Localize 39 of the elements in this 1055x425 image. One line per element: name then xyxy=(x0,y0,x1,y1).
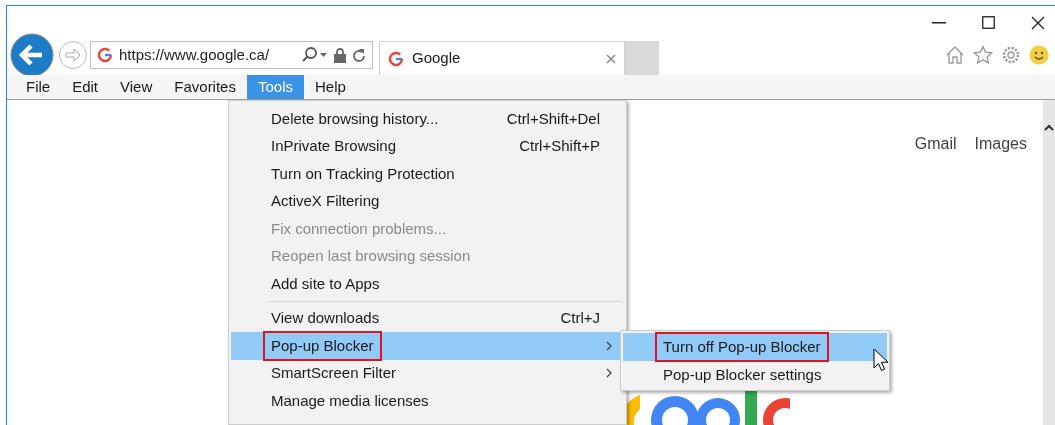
google-icon xyxy=(97,47,113,63)
lock-icon xyxy=(334,47,346,63)
menu-bar-item[interactable]: File xyxy=(15,75,62,99)
search-icon[interactable] xyxy=(302,47,328,63)
close-icon[interactable] xyxy=(1031,15,1045,30)
menu-item[interactable]: Manage media licenses xyxy=(231,387,624,415)
menu-item[interactable]: Pop-up Blocker settings xyxy=(623,361,887,389)
refresh-icon[interactable] xyxy=(352,47,366,63)
minimize-icon[interactable] xyxy=(932,21,946,24)
google-icon xyxy=(388,50,404,67)
images-link[interactable]: Images xyxy=(974,132,1027,156)
settings-icon[interactable] xyxy=(1001,45,1021,65)
browser-tab[interactable]: Google xyxy=(379,41,625,75)
scroll-up-icon[interactable] xyxy=(1044,124,1054,131)
address-bar[interactable]: https://www.google.ca/ xyxy=(90,41,373,69)
star-icon[interactable] xyxy=(973,45,993,65)
home-icon[interactable] xyxy=(945,45,965,65)
maximize-icon[interactable] xyxy=(982,16,995,29)
scrollbar[interactable] xyxy=(1043,100,1055,425)
menu-item[interactable]: Delete browsing history... Ctrl+Shift+Del xyxy=(231,105,624,133)
menu-item[interactable]: InPrivate Browsing Ctrl+Shift+P xyxy=(231,132,624,160)
tab-title: Google xyxy=(412,48,462,69)
menu-item[interactable]: ActiveX Filtering xyxy=(231,187,624,215)
gmail-link[interactable]: Gmail xyxy=(914,132,957,156)
cursor-icon xyxy=(873,348,889,372)
back-icon[interactable] xyxy=(10,33,54,77)
menu-item[interactable]: View downloads Ctrl+J xyxy=(231,304,624,332)
menu-item[interactable]: SmartScreen Filter xyxy=(231,359,624,387)
menu-bar-item[interactable]: Edit xyxy=(61,75,110,99)
smiley-icon[interactable] xyxy=(1029,45,1049,65)
chevron-icon xyxy=(606,368,612,379)
menu-item[interactable]: Turn on Tracking Protection xyxy=(231,160,624,188)
menu-item[interactable]: Add site to Apps xyxy=(231,270,624,298)
chevron-icon xyxy=(606,340,612,351)
url-text: https://www.google.ca/ xyxy=(119,44,270,65)
menu-item[interactable]: Turn off Pop-up Blocker xyxy=(623,333,887,361)
menu-bar-item[interactable]: Help xyxy=(304,75,357,99)
menu-bar-item[interactable]: Favorites xyxy=(163,75,247,99)
menu-bar-item[interactable]: View xyxy=(109,75,164,99)
